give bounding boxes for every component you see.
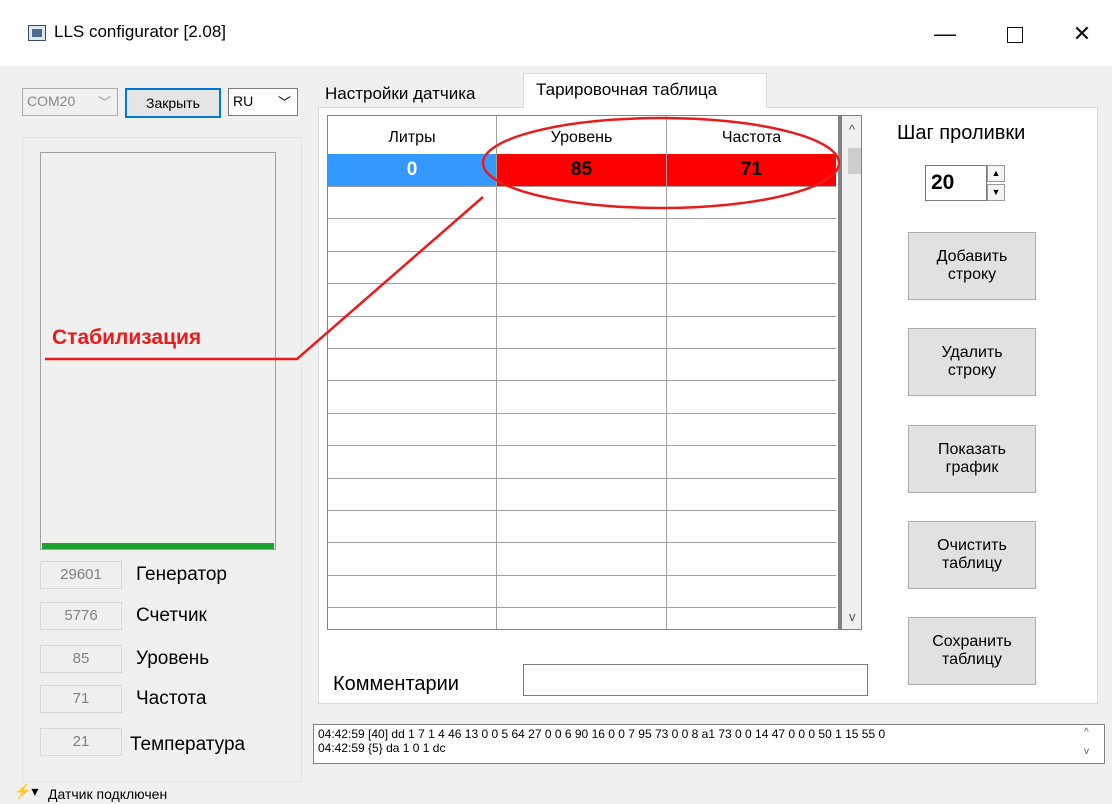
frequency-value: 71 [40,685,122,713]
com-port-select[interactable]: COM20 ﹀ [22,88,118,116]
clear-table-label-1: Очистить [937,537,1007,554]
minimize-button[interactable]: — [925,14,965,54]
spin-down-icon[interactable]: ▼ [987,184,1005,201]
counter-value: 5776 [40,602,122,630]
grid-row-divider [328,380,836,382]
delete-row-label-1: Удалить [941,344,1003,361]
grid-row-divider [328,510,836,511]
grid-row-divider [328,186,836,187]
grid-row-divider [328,574,836,576]
temperature-label: Температура [130,734,246,755]
grid-cell-liters[interactable]: 0 [328,154,496,186]
show-chart-label-2: график [945,459,999,476]
connection-icon[interactable]: ⚡▾ [14,783,38,800]
log-line: 04:42:59 {5} da 1 0 1 dc [318,741,446,755]
grid-row-divider [328,315,836,317]
generator-label: Генератор [136,564,227,585]
grid-row-divider [328,250,836,252]
counter-label: Счетчик [136,605,207,626]
frequency-label: Частота [136,688,207,709]
grid-row-divider [328,283,836,285]
add-row-label-1: Добавить [936,248,1008,265]
chevron-down-icon: ﹀ [277,95,291,110]
delete-row-button[interactable]: Удалить строку [908,328,1036,396]
temperature-value: 21 [40,728,122,756]
comments-label: Комментарии [333,673,459,695]
add-row-button[interactable]: Добавить строку [908,232,1036,300]
save-table-button[interactable]: Сохранить таблицу [908,617,1036,685]
tab-sensor-settings[interactable]: Настройки датчика [318,80,520,108]
status-text: Датчик подключен [48,786,168,802]
log-box[interactable]: 04:42:59 [40] dd 1 7 1 4 46 13 0 0 5 64 … [313,724,1105,764]
column-header-liters[interactable]: Литры [328,116,496,154]
app-icon [28,25,46,41]
log-line: 04:42:59 [40] dd 1 7 1 4 46 13 0 0 5 64 … [318,727,886,741]
com-port-value: COM20 [27,93,76,109]
level-indicator [40,152,276,550]
calibration-grid[interactable]: Литры Уровень Частота 0 85 71 ^ v [327,115,862,630]
grid-row-divider [328,607,836,609]
grid-row-divider [328,348,836,349]
column-header-level[interactable]: Уровень [497,116,666,154]
maximize-button[interactable] [995,14,1035,54]
level-value: 85 [40,645,122,673]
clear-table-label-2: таблицу [942,555,1002,572]
level-label: Уровень [136,648,210,669]
clear-table-button[interactable]: Очистить таблицу [908,521,1036,589]
level-indicator-bar [42,543,274,549]
grid-row-divider [328,412,836,414]
grid-row-divider [328,477,836,479]
step-input[interactable]: 20 [925,165,987,201]
delete-row-label-2: строку [947,362,997,379]
save-table-label-1: Сохранить [932,633,1012,650]
grid-column-divider [666,116,667,629]
grid-row-divider [328,218,836,220]
scroll-up-icon[interactable]: ^ [849,122,855,137]
save-table-label-2: таблицу [942,651,1002,668]
grid-cell-level[interactable]: 85 [497,154,666,186]
grid-scrollbar[interactable]: ^ v [838,116,861,629]
step-label: Шаг проливки [897,122,1026,144]
spin-up-icon[interactable]: ▲ [987,165,1005,182]
language-select[interactable]: RU ﹀ [228,88,298,116]
step-spinner[interactable]: ▲ ▼ [987,165,1005,201]
generator-value: 29601 [40,561,122,589]
scroll-down-icon[interactable]: v [849,609,856,624]
log-scroll-up-icon[interactable]: ^ [1084,727,1089,738]
show-chart-label-1: Показать [937,441,1006,458]
stabilization-annotation: Стабилизация [52,326,202,349]
column-header-frequency[interactable]: Частота [667,116,836,154]
scroll-thumb[interactable] [848,148,861,174]
maximize-icon [1007,27,1023,44]
grid-cell-frequency[interactable]: 71 [667,154,836,186]
close-port-button[interactable]: Закрыть [125,88,221,118]
language-value: RU [233,93,254,109]
log-scroll-down-icon[interactable]: v [1084,746,1089,757]
grid-row-divider [328,445,836,447]
grid-row-divider [328,542,836,544]
window-title: LLS configurator [2.08] [54,22,227,41]
chevron-down-icon: ﹀ [97,95,111,110]
grid-column-divider [496,116,497,629]
tab-calibration-table[interactable]: Тарировочная таблица [523,73,767,108]
comments-input[interactable] [523,664,868,696]
show-chart-button[interactable]: Показать график [908,425,1036,493]
close-window-button[interactable]: ✕ [1062,14,1102,54]
add-row-label-2: строку [947,266,997,283]
